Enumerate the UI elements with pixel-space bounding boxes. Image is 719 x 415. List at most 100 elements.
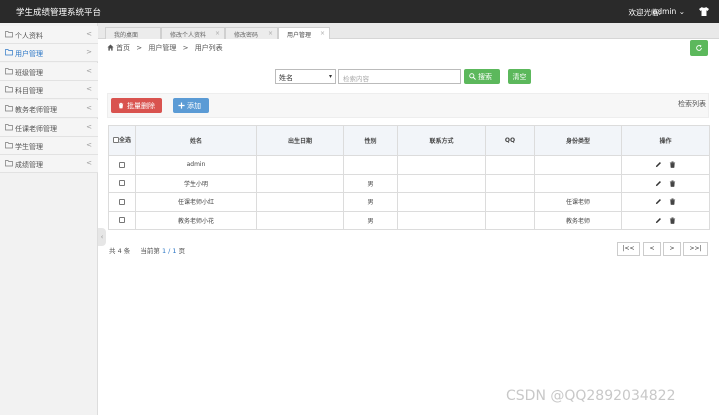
breadcrumb-level1[interactable]: 用户管理 xyxy=(148,44,176,52)
cell-contact xyxy=(397,210,486,230)
next-page-button[interactable]: > xyxy=(663,242,681,256)
tab-bar: 我的桌面 修改个人资料 × 修改密码 × 用户管理 × xyxy=(98,23,719,39)
trash-icon[interactable] xyxy=(669,217,676,224)
tab-label: 修改个人资料 xyxy=(170,32,207,39)
cell-actions xyxy=(621,210,710,230)
cell-actions xyxy=(621,155,710,175)
search-input[interactable]: 检索内容 xyxy=(338,69,461,84)
cell-name: 学生小明 xyxy=(135,173,257,193)
cell-name: 教务老师小花 xyxy=(135,210,257,230)
folder-icon xyxy=(5,49,13,56)
chevron-down-icon: ▾ xyxy=(328,73,332,80)
cell-birth xyxy=(256,173,344,193)
folder-icon xyxy=(5,142,13,149)
select-all-header[interactable]: 全选 xyxy=(108,125,136,156)
sidebar-item-course-teacher-management[interactable]: 任课老师管理 < xyxy=(0,119,98,137)
trash-icon[interactable] xyxy=(669,198,676,206)
tab-my-desktop[interactable]: 我的桌面 xyxy=(105,27,161,39)
chevron-left-icon: < xyxy=(86,159,92,167)
trash-icon[interactable] xyxy=(669,180,676,187)
tab-change-password[interactable]: 修改密码 × xyxy=(225,27,278,39)
close-icon[interactable]: × xyxy=(215,30,220,37)
table-row: admin xyxy=(108,155,710,175)
tab-label: 用户管理 xyxy=(287,32,312,39)
breadcrumb-level2: 用户列表 xyxy=(194,44,223,52)
sidebar: 个人资料 < 用户管理 > 班级管理 < 科目管理 < 教务老师管理 < 任课老… xyxy=(0,23,98,415)
chevron-left-icon: < xyxy=(86,141,92,149)
tab-label: 修改密码 xyxy=(234,32,259,39)
search-field-select[interactable]: 姓名 ▾ xyxy=(275,69,336,84)
chevron-left-icon: < xyxy=(86,104,92,112)
sidebar-item-user-management[interactable]: 用户管理 > xyxy=(0,44,98,62)
breadcrumb: 首页 > 用户管理 > 用户列表 xyxy=(107,43,227,53)
cell-actions xyxy=(621,192,710,212)
user-menu[interactable]: admin ⌄ xyxy=(653,7,685,16)
refresh-button[interactable] xyxy=(690,40,708,56)
chevron-down-icon[interactable]: ⌄ xyxy=(679,7,685,16)
current-page: 1 / 1 xyxy=(161,247,177,255)
folder-icon xyxy=(5,160,13,167)
sidebar-collapse-handle[interactable]: ‹ xyxy=(98,228,106,246)
cell-name: 任课老师小红 xyxy=(135,192,257,212)
row-checkbox[interactable] xyxy=(119,180,125,187)
folder-icon xyxy=(5,124,13,131)
last-page-button[interactable]: >>| xyxy=(683,242,708,256)
chevron-left-icon: < xyxy=(86,30,92,38)
add-button[interactable]: 添加 xyxy=(173,98,209,113)
prev-page-button[interactable]: < xyxy=(643,242,661,256)
cell-birth xyxy=(256,155,344,175)
sidebar-item-profile[interactable]: 个人资料 < xyxy=(0,26,98,44)
tshirt-icon[interactable] xyxy=(699,7,709,16)
table-toolbar: 批量删除 添加 检索列表 xyxy=(107,93,709,118)
sidebar-item-subject-management[interactable]: 科目管理 < xyxy=(0,81,98,99)
breadcrumb-home[interactable]: 首页 xyxy=(116,44,130,52)
edit-icon[interactable] xyxy=(655,198,662,205)
tab-user-management[interactable]: 用户管理 × xyxy=(278,27,330,39)
row-checkbox[interactable] xyxy=(119,161,125,168)
edit-icon[interactable] xyxy=(655,180,662,187)
folder-icon xyxy=(5,86,13,93)
total-count: 4 xyxy=(117,247,122,255)
cell-identity xyxy=(534,173,622,193)
select-all-label: 全选 xyxy=(118,136,131,144)
tab-label: 我的桌面 xyxy=(114,32,139,39)
edit-icon[interactable] xyxy=(655,161,662,168)
watermark: CSDN @QQ2892034822 xyxy=(506,388,676,404)
first-page-button[interactable]: |<< xyxy=(617,242,640,256)
sidebar-item-label: 教务老师管理 xyxy=(15,106,57,114)
pagination-info: 共 4 条 当前第 1 / 1 页 xyxy=(109,245,185,255)
cell-identity xyxy=(534,155,622,175)
column-header-gender: 性别 xyxy=(343,125,398,156)
row-checkbox[interactable] xyxy=(119,217,125,224)
row-checkbox[interactable] xyxy=(119,198,125,205)
sidebar-item-label: 班级管理 xyxy=(15,69,43,77)
total-suffix: 条 xyxy=(123,247,131,255)
table-header-row: 全选 姓名 出生日期 性别 联系方式 QQ 身份类型 操作 xyxy=(108,125,710,156)
cell-birth xyxy=(256,210,344,230)
refresh-icon xyxy=(696,44,702,51)
add-button-label: 添加 xyxy=(187,102,201,110)
sidebar-item-score-management[interactable]: 成绩管理 < xyxy=(0,155,98,173)
sidebar-item-academic-teacher-management[interactable]: 教务老师管理 < xyxy=(0,100,98,118)
column-header-name: 姓名 xyxy=(135,125,257,156)
edit-icon[interactable] xyxy=(655,217,662,224)
search-button[interactable]: 搜索 xyxy=(464,69,500,84)
clear-button[interactable]: 清空 xyxy=(508,69,531,84)
sidebar-item-label: 用户管理 xyxy=(15,50,43,58)
cell-qq xyxy=(485,192,535,212)
page-suffix: 页 xyxy=(178,247,186,255)
trash-icon[interactable] xyxy=(669,161,676,169)
search-field-value: 姓名 xyxy=(279,74,293,82)
sidebar-item-label: 学生管理 xyxy=(15,143,43,151)
tab-edit-profile[interactable]: 修改个人资料 × xyxy=(161,27,225,39)
close-icon[interactable]: × xyxy=(268,30,273,37)
cell-gender: 男 xyxy=(343,210,398,230)
username[interactable]: admin xyxy=(653,7,677,16)
cell-qq xyxy=(485,210,535,230)
sidebar-item-class-management[interactable]: 班级管理 < xyxy=(0,63,98,81)
cell-contact xyxy=(397,155,486,175)
close-icon[interactable]: × xyxy=(320,30,325,37)
sidebar-item-student-management[interactable]: 学生管理 < xyxy=(0,137,98,155)
batch-delete-button[interactable]: 批量删除 xyxy=(111,98,162,113)
breadcrumb-separator: > xyxy=(136,44,143,52)
